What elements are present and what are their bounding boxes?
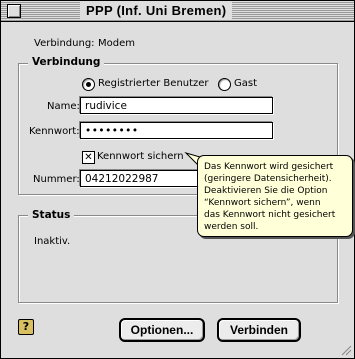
save-password-checkbox[interactable]: ✕ (82, 151, 95, 164)
window-title: PPP (Inf. Uni Bremen) (80, 2, 233, 20)
name-label: Name: (47, 101, 80, 112)
number-label: Nummer: (33, 174, 80, 185)
verbindung-group-title: Verbindung (28, 56, 105, 68)
options-button[interactable]: Optionen... (119, 318, 205, 342)
radio-selected-dot (86, 82, 91, 87)
radio-guest-label[interactable]: Gast (234, 78, 257, 89)
title-bar[interactable]: PPP (Inf. Uni Bremen) (1, 1, 354, 22)
help-balloon: Das Kennwort wird gesichert (geringere D… (197, 155, 353, 237)
radio-guest[interactable] (218, 78, 231, 91)
connection-label: Verbindung: (34, 38, 95, 49)
radio-registered-label[interactable]: Registrierter Benutzer (98, 78, 209, 89)
help-icon[interactable]: ? (18, 319, 34, 335)
password-label: Kennwort: (29, 126, 80, 137)
radio-registered[interactable] (82, 78, 95, 91)
close-box-icon[interactable] (7, 4, 21, 18)
password-field[interactable]: •••••••• (80, 122, 273, 139)
status-group-title: Status (28, 209, 75, 221)
ppp-window: PPP (Inf. Uni Bremen) Verbindung: Modem … (0, 0, 355, 359)
number-field[interactable]: 04212022987 (80, 170, 202, 187)
name-field[interactable]: rudivice (80, 97, 273, 114)
save-password-label[interactable]: Kennwort sichern (97, 151, 184, 162)
status-text: Inaktiv. (34, 236, 71, 247)
connection-value: Modem (98, 38, 135, 49)
resize-handle-icon[interactable] (340, 344, 352, 356)
connect-button[interactable]: Verbinden (217, 318, 301, 342)
